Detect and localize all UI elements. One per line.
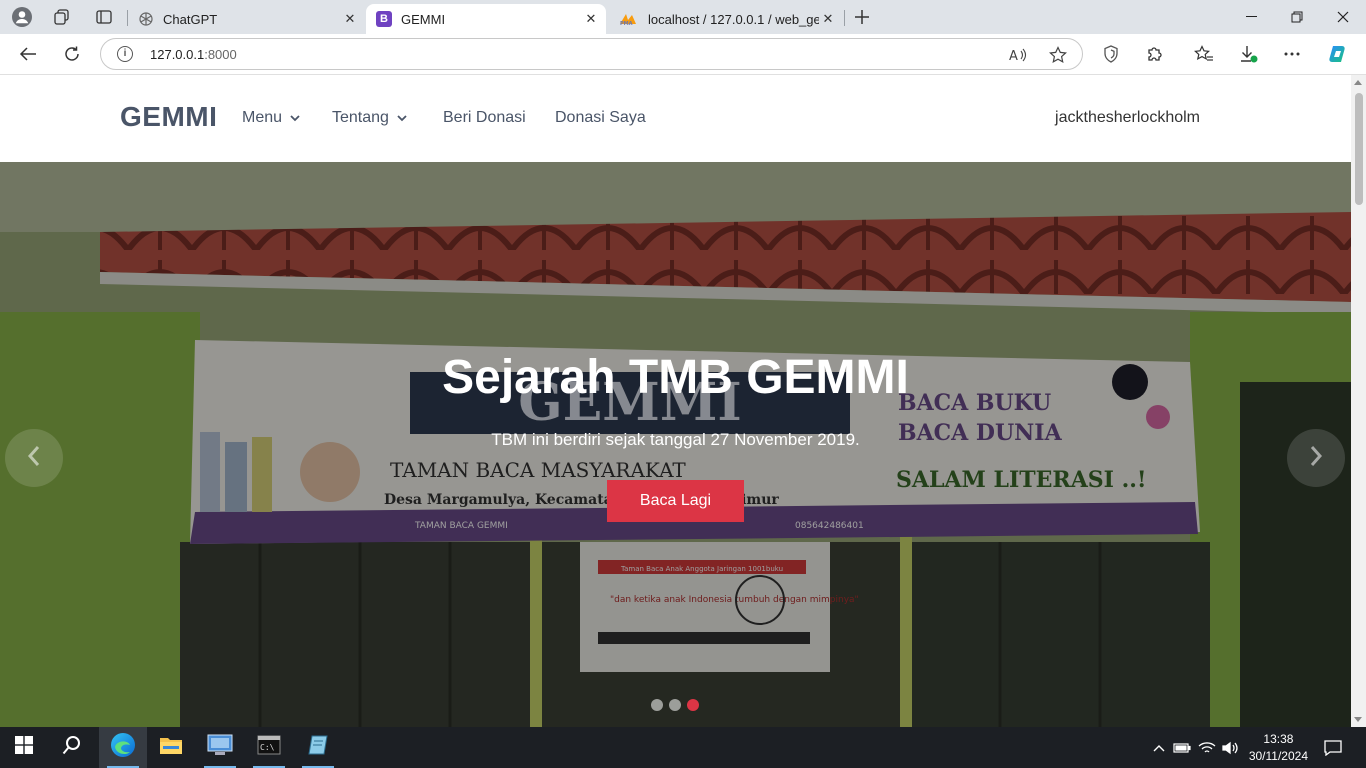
page-scrollbar[interactable] [1351,75,1366,727]
url-text[interactable]: 127.0.0.1:8000 [150,47,237,62]
page-viewport: GEMMI Menu Tentang Beri Donasi Donasi Sa… [0,75,1351,727]
tab-label: GEMMI [401,11,446,27]
browser-toolbar: i 127.0.0.1:8000 A [0,34,1366,75]
svg-text:C:\: C:\ [260,743,275,752]
terminal-icon: C:\ [257,735,281,760]
tab-label: localhost / 127.0.0.1 / web_gemmi [648,11,819,27]
clock-time: 13:38 [1263,732,1294,746]
reload-icon[interactable] [57,40,87,68]
windows-logo-icon [15,736,33,759]
nav-donasi-saya[interactable]: Donasi Saya [555,109,646,127]
svg-text:A: A [1009,49,1018,63]
start-button[interactable] [0,727,48,768]
wifi-icon[interactable] [1197,738,1217,758]
battery-icon[interactable] [1172,738,1192,758]
clock-date: 30/11/2024 [1248,749,1308,763]
shield-icon[interactable] [1096,40,1126,68]
scroll-up-icon[interactable] [1354,80,1362,85]
windows-taskbar: C:\ 13:38 30/11/2024 [0,727,1366,768]
scroll-down-icon[interactable] [1354,717,1362,722]
taskbar-app[interactable] [294,727,342,768]
extensions-icon[interactable] [1140,40,1170,68]
user-account-link[interactable]: jackthesherlockholm [1055,109,1200,127]
favorites-icon[interactable] [1189,40,1219,68]
folder-icon [159,735,183,760]
read-more-button[interactable]: Baca Lagi [607,480,744,522]
carousel-indicators [651,699,699,711]
close-icon[interactable]: ✕ [582,10,600,28]
notepad-icon [307,734,329,761]
hero-subtitle: TBM ini berdiri sejak tanggal 27 Novembe… [491,430,860,449]
carousel-indicator-2[interactable] [669,699,681,711]
close-icon[interactable]: ✕ [341,10,359,28]
nav-menu[interactable]: Menu [242,109,300,127]
new-tab-icon[interactable] [848,5,876,29]
carousel-indicator-3[interactable] [687,699,699,711]
close-icon[interactable]: ✕ [819,10,837,28]
chevron-right-icon [1309,445,1323,472]
tab-actions-icon[interactable] [90,5,118,29]
site-info-icon[interactable]: i [117,46,133,62]
chevron-up-icon[interactable] [1149,738,1169,758]
search-button[interactable] [48,727,96,768]
favorite-star-icon[interactable] [1047,44,1069,66]
taskbar-file-explorer[interactable] [147,727,195,768]
chevron-left-icon [27,445,41,472]
svg-text:PMA: PMA [620,21,633,26]
carousel-next-button[interactable] [1287,429,1345,487]
workspaces-icon[interactable] [48,5,76,29]
chevron-down-icon [290,114,300,122]
carousel-prev-button[interactable] [5,429,63,487]
nav-tentang-label: Tentang [332,109,389,126]
downloads-icon[interactable] [1234,40,1264,68]
hero-title: Sejarah TMB GEMMI [442,351,909,404]
tab-phpmyadmin[interactable]: PMA localhost / 127.0.0.1 / web_gemmi ✕ [607,4,843,34]
restore-icon[interactable] [1274,0,1320,34]
address-bar[interactable]: i 127.0.0.1:8000 A [100,38,1083,70]
volume-icon[interactable] [1221,738,1241,758]
tab-gemmi[interactable]: B GEMMI ✕ [366,4,606,34]
phpmyadmin-icon: PMA [617,11,639,27]
scrollbar-thumb[interactable] [1355,93,1363,205]
search-icon [62,735,82,760]
read-aloud-icon[interactable]: A [1007,44,1029,66]
taskbar-terminal[interactable]: C:\ [245,727,293,768]
close-window-icon[interactable] [1320,0,1366,34]
bootstrap-icon: B [376,11,392,27]
taskbar-remote-desktop[interactable] [196,727,244,768]
copilot-icon[interactable] [1323,40,1353,68]
nav-tentang[interactable]: Tentang [332,109,407,127]
chevron-down-icon [397,114,407,122]
tab-chatgpt[interactable]: ChatGPT ✕ [128,4,365,34]
system-clock[interactable]: 13:38 30/11/2024 [1249,731,1308,765]
notifications-icon[interactable] [1323,738,1343,758]
hero-carousel: GEMMI TAMAN BACA MASYARAKAT Desa Margamu… [0,162,1351,727]
openai-icon [138,11,154,27]
back-icon[interactable] [13,40,43,68]
nav-menu-label: Menu [242,109,283,126]
tab-label: ChatGPT [163,11,218,27]
nav-beri-donasi[interactable]: Beri Donasi [443,109,526,127]
taskbar-edge[interactable] [99,727,147,768]
edge-icon [110,732,136,763]
minimize-icon[interactable] [1228,0,1274,34]
profile-icon[interactable] [8,5,36,29]
carousel-indicator-1[interactable] [651,699,663,711]
site-navbar: GEMMI Menu Tentang Beri Donasi Donasi Sa… [0,75,1351,162]
more-options-icon[interactable] [1277,40,1307,68]
computer-icon [207,734,233,761]
browser-tab-strip: ChatGPT ✕ B GEMMI ✕ PMA localhost / 127.… [0,0,1366,34]
brand-logo[interactable]: GEMMI [120,101,217,133]
